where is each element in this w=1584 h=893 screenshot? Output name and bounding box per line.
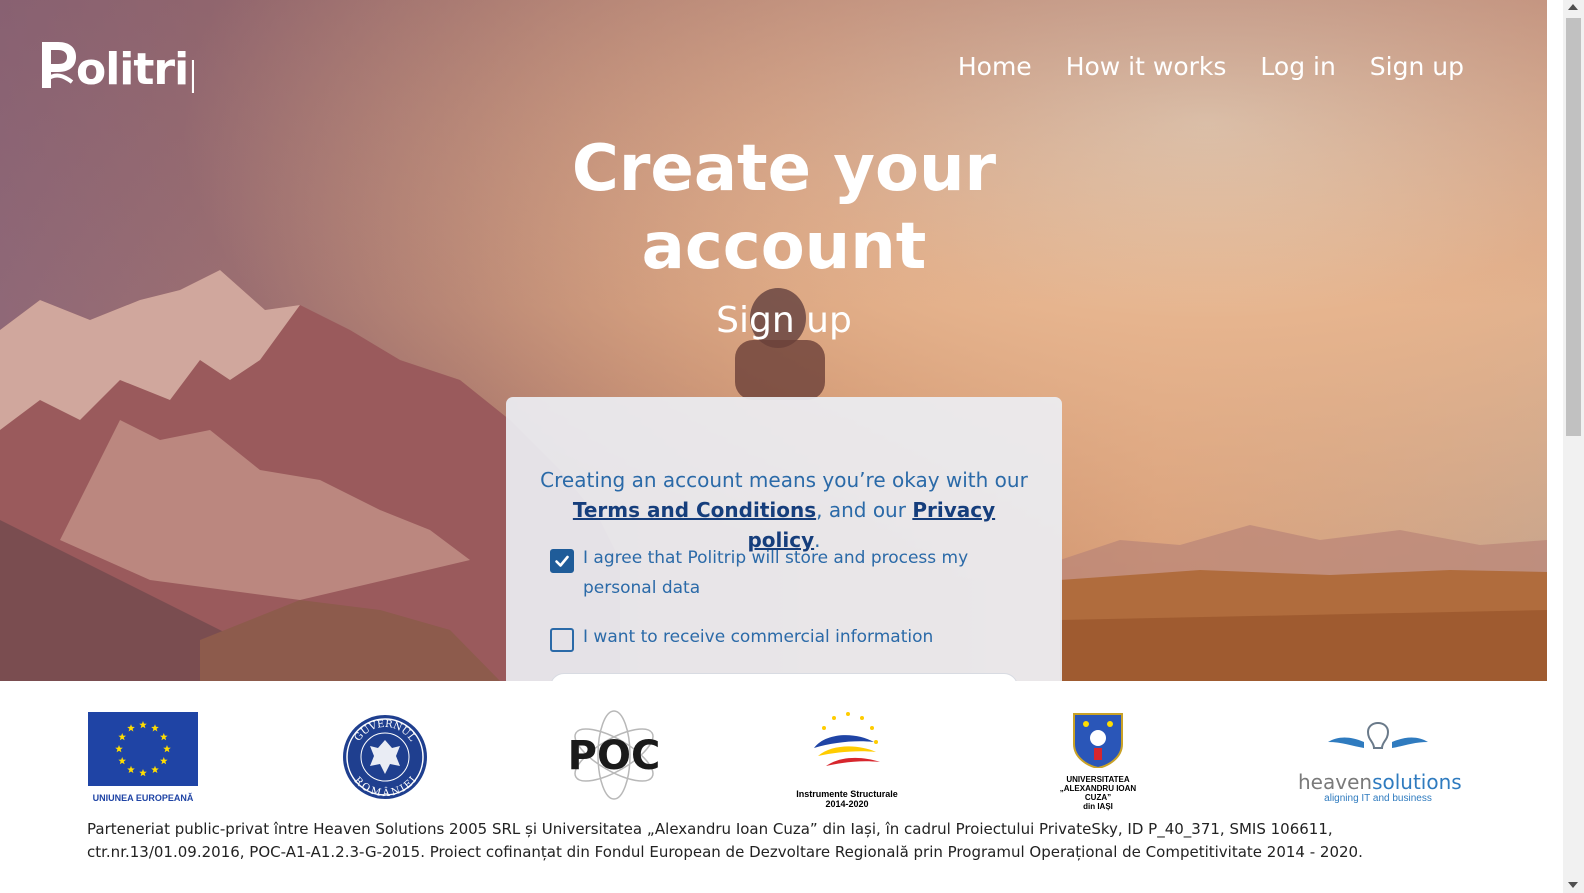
eu-caption: UNIUNEA EUROPEANĂ	[92, 793, 194, 803]
structural-instruments-icon	[814, 712, 880, 766]
page-scrollbar[interactable]	[1563, 0, 1584, 893]
uaic-crest-icon	[1073, 713, 1123, 770]
instrumente-caption-line-2: 2014-2020	[825, 799, 869, 809]
heaven-wordmark-part2: solutions	[1372, 770, 1462, 794]
uaic-caption-line-3: din IAȘI	[1083, 802, 1113, 811]
terms-link[interactable]: Terms and Conditions	[573, 498, 816, 522]
politrip-logo-mark: olitrip	[42, 42, 194, 95]
page-subtitle: Sign up	[716, 300, 852, 341]
nav-how-it-works[interactable]: How it works	[1066, 52, 1227, 81]
commercial-info-checkbox[interactable]	[550, 628, 574, 652]
politrip-logo[interactable]: olitrip	[38, 36, 194, 98]
heaven-solutions-wordmark: heavensolutions	[1298, 770, 1462, 794]
nav-log-in[interactable]: Log in	[1260, 52, 1335, 81]
heaven-tagline: aligning IT and business	[1324, 793, 1432, 804]
nav-sign-up[interactable]: Sign up	[1370, 52, 1464, 81]
lightbulb-wings-icon	[1328, 722, 1428, 749]
poc-atom-icon: POC	[568, 710, 660, 800]
uaic-logo: UNIVERSITATEA „ALEXANDRU IOAN CUZA” din …	[1050, 710, 1146, 811]
page-title-line-1: Create your	[571, 132, 997, 206]
eu-logo: UNIUNEA EUROPEANĂ	[88, 712, 198, 803]
footer-partnership-text: Parteneriat public-privat între Heaven S…	[87, 820, 1363, 861]
signup-input-field[interactable]	[550, 673, 1018, 681]
instrumente-structurale-logo: Instrumente Structurale 2014-2020	[796, 708, 898, 809]
nav-home[interactable]: Home	[958, 52, 1032, 81]
instrumente-caption: Instrumente Structurale 2014-2020	[796, 789, 898, 809]
store-data-checkbox[interactable]	[550, 549, 574, 573]
store-data-label: I agree that Politrip will store and pro…	[583, 548, 969, 598]
checkmark-icon	[555, 555, 569, 567]
poc-logo: POC	[568, 708, 660, 807]
government-seal-icon: GUVERNUL ROMÂNIEI	[343, 715, 427, 799]
commercial-info-label: I want to receive commercial information	[583, 627, 934, 647]
signup-card: Creating an account means you’re okay wi…	[506, 397, 1062, 681]
instrumente-caption-line-1: Instrumente Structurale	[796, 789, 898, 799]
uaic-caption-line-2: „ALEXANDRU IOAN CUZA”	[1059, 784, 1137, 802]
page-title-line-2: account	[641, 210, 927, 284]
commercial-info-consent[interactable]: I want to receive commercial information	[550, 626, 1023, 652]
eu-flag-icon	[88, 712, 198, 786]
romanian-government-logo: GUVERNUL ROMÂNIEI	[342, 714, 428, 805]
terms-notice-prefix: Creating an account means you’re okay wi…	[540, 468, 1028, 492]
svg-text:olitrip: olitrip	[76, 44, 194, 95]
heaven-solutions-logo: heavensolutions aligning IT and business	[1298, 712, 1462, 804]
page-title: Create your account	[0, 130, 1568, 286]
poc-text: POC	[568, 733, 660, 779]
main-nav: Home How it works Log in Sign up	[958, 52, 1464, 81]
store-data-consent[interactable]: I agree that Politrip will store and pro…	[550, 547, 1023, 603]
scroll-up-arrow-icon[interactable]	[1568, 4, 1578, 10]
uaic-caption-line-1: UNIVERSITATEA	[1066, 775, 1130, 784]
terms-notice: Creating an account means you’re okay wi…	[536, 465, 1032, 555]
heaven-wordmark-part1: heaven	[1298, 770, 1373, 794]
scroll-down-arrow-icon[interactable]	[1568, 882, 1578, 888]
partner-logos: UNIUNEA EUROPEANĂ GUVERNUL ROMÂNIEI POC	[0, 700, 1547, 811]
scrollbar-thumb[interactable]	[1566, 18, 1581, 436]
uaic-caption: UNIVERSITATEA „ALEXANDRU IOAN CUZA” din …	[1050, 775, 1146, 811]
terms-notice-middle: , and our	[816, 498, 906, 522]
